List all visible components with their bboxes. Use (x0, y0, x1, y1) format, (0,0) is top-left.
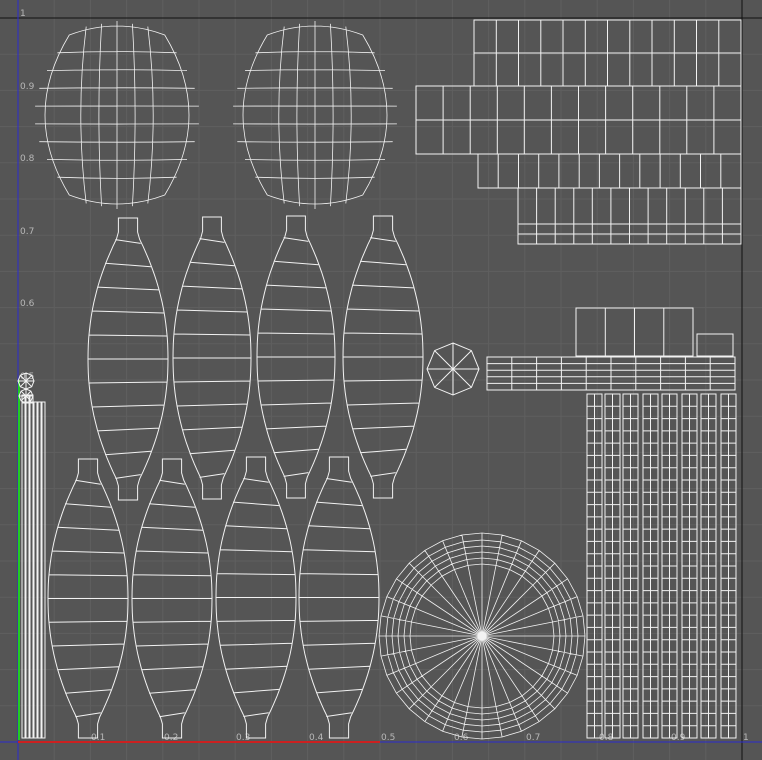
left-cap-island-1[interactable] (17, 372, 35, 390)
v-label-0.6: 0.6 (20, 299, 35, 309)
u-label-0.7: 0.7 (526, 733, 540, 743)
u-label-0.5: 0.5 (381, 733, 395, 743)
left-cap-island-2[interactable] (18, 388, 34, 404)
u-label-1: 1 (743, 733, 749, 743)
v-label-0.7: 0.7 (20, 227, 34, 237)
u-label-0.4: 0.4 (309, 733, 324, 743)
octagon-cap-island[interactable] (426, 342, 480, 396)
u-label-0.6: 0.6 (454, 733, 469, 743)
disk-spokes-island[interactable] (410, 564, 554, 708)
uv-editor-viewport[interactable]: 0.1 0.2 0.3 0.4 0.5 0.6 0.7 0.8 0.9 1 1 … (0, 0, 762, 760)
v-label-0.8: 0.8 (20, 154, 35, 164)
v-label-1: 1 (20, 9, 26, 19)
v-label-0.9: 0.9 (20, 82, 35, 92)
